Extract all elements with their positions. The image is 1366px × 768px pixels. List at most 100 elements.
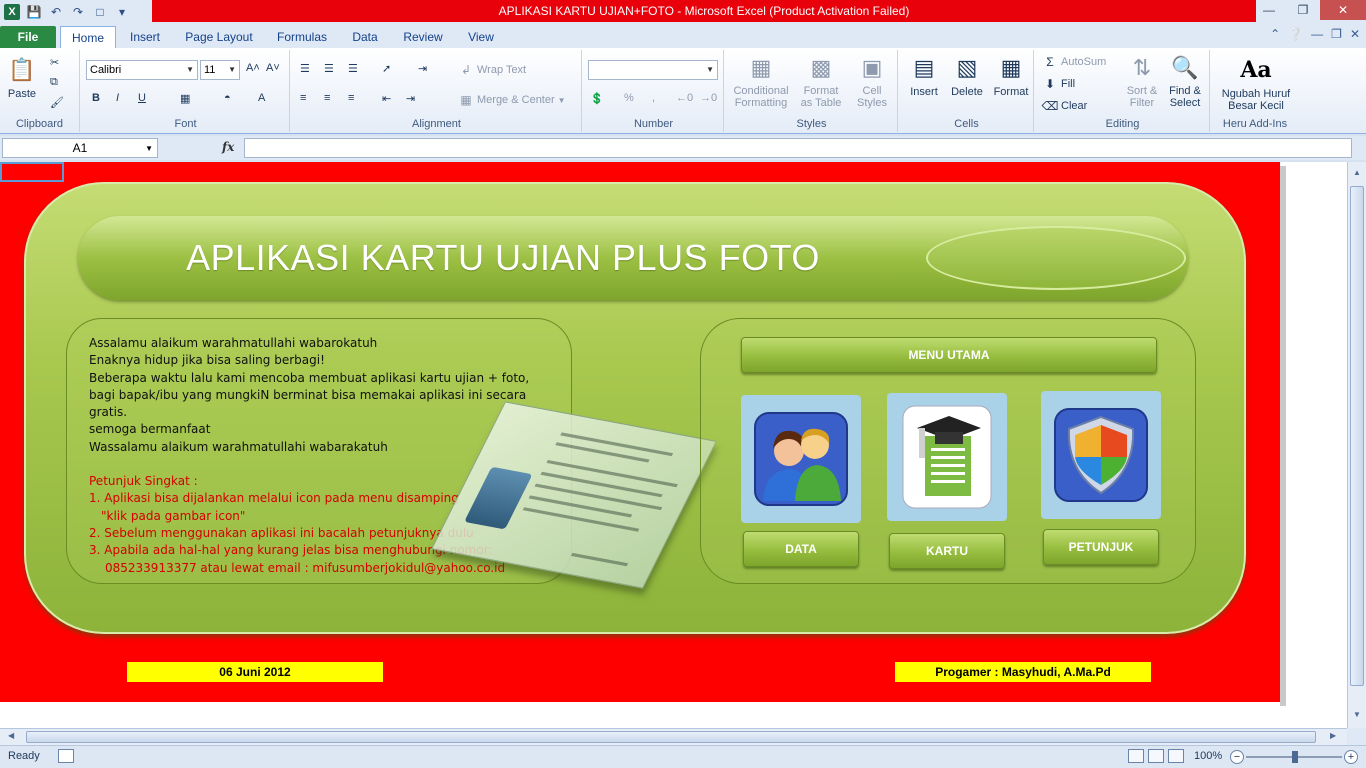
wrap-text-button[interactable]: ↲ Wrap Text bbox=[458, 62, 526, 78]
minimize-ribbon-icon[interactable]: ⌃ bbox=[1270, 27, 1280, 41]
macro-record-icon[interactable] bbox=[58, 749, 74, 763]
comma-button[interactable]: , bbox=[652, 92, 655, 104]
format-painter-icon[interactable]: 🖌 bbox=[50, 96, 64, 109]
card-line bbox=[534, 483, 663, 511]
scroll-down-icon[interactable]: ▼ bbox=[1351, 708, 1363, 720]
align-top-icon[interactable]: ☰ bbox=[300, 62, 310, 75]
vertical-scroll-thumb[interactable] bbox=[1350, 186, 1364, 686]
delete-cells-button[interactable]: ▧ Delete bbox=[946, 52, 988, 98]
insert-cells-button[interactable]: ▤ Insert bbox=[904, 52, 944, 98]
align-center-icon[interactable]: ≡ bbox=[324, 92, 330, 104]
horizontal-scrollbar[interactable]: ◀ ▶ bbox=[0, 728, 1347, 745]
borders-icon[interactable]: ▦ bbox=[180, 92, 190, 105]
zoom-level[interactable]: 100% bbox=[1194, 750, 1222, 762]
zoom-knob[interactable] bbox=[1292, 751, 1298, 763]
shrink-font-icon[interactable]: A˅ bbox=[266, 62, 280, 74]
tab-view[interactable]: View bbox=[458, 26, 504, 48]
italic-button[interactable]: I bbox=[116, 92, 119, 104]
clear-button[interactable]: ⌫ Clear bbox=[1042, 98, 1088, 114]
page-layout-view-icon[interactable] bbox=[1148, 749, 1164, 763]
scroll-left-icon[interactable]: ◀ bbox=[8, 731, 14, 740]
copy-icon[interactable]: ⧉ bbox=[50, 76, 58, 89]
tab-page-layout[interactable]: Page Layout bbox=[178, 26, 260, 48]
tab-file[interactable]: File bbox=[0, 26, 56, 48]
insert-function-icon[interactable]: fx bbox=[222, 140, 234, 154]
data-tile[interactable] bbox=[741, 395, 861, 523]
decrease-indent-icon[interactable]: ⇤ bbox=[382, 92, 391, 105]
number-group-label: Number bbox=[633, 118, 674, 130]
worksheet[interactable]: APLIKASI KARTU UJIAN PLUS FOTO Assalamu … bbox=[0, 162, 1280, 702]
workbook-minimize-icon[interactable]: — bbox=[1311, 27, 1323, 41]
align-bottom-icon[interactable]: ☰ bbox=[348, 62, 358, 75]
redo-icon[interactable]: ↷ bbox=[70, 4, 86, 20]
customize-qat-icon[interactable]: ▾ bbox=[114, 4, 130, 20]
autosum-button[interactable]: Σ AutoSum bbox=[1042, 54, 1106, 70]
bold-button[interactable]: B bbox=[92, 92, 100, 104]
zoom-out-icon[interactable]: − bbox=[1230, 750, 1244, 764]
horizontal-scroll-thumb[interactable] bbox=[26, 731, 1316, 743]
indent-icon[interactable]: ⇥ bbox=[418, 62, 427, 75]
fill-color-icon[interactable]: ◓ bbox=[224, 92, 231, 104]
increase-decimal-icon[interactable]: ←0 bbox=[676, 92, 693, 104]
tab-insert[interactable]: Insert bbox=[120, 26, 170, 48]
student-photo bbox=[464, 466, 533, 530]
kartu-tile[interactable] bbox=[887, 393, 1007, 521]
number-format-combo[interactable]: ▼ bbox=[588, 60, 718, 80]
grow-font-icon[interactable]: A˄ bbox=[246, 62, 260, 74]
menu-panel: MENU UTAMA DATA KARTU PETUNJUK bbox=[700, 318, 1196, 584]
page-break-view-icon[interactable] bbox=[1168, 749, 1184, 763]
workbook-close-icon[interactable]: ✕ bbox=[1350, 27, 1360, 41]
tab-home[interactable]: Home bbox=[60, 26, 116, 48]
name-box[interactable]: A1 ▼ bbox=[2, 138, 158, 158]
zoom-in-icon[interactable]: + bbox=[1344, 750, 1358, 764]
sort-filter-button[interactable]: ⇅ Sort & Filter bbox=[1122, 52, 1162, 109]
tab-formulas[interactable]: Formulas bbox=[268, 26, 336, 48]
ngubah-huruf-button[interactable]: Aa Ngubah Huruf Besar Kecil bbox=[1214, 54, 1298, 112]
cut-icon[interactable]: ✂ bbox=[50, 56, 59, 69]
minimize-icon[interactable]: — bbox=[1252, 0, 1286, 20]
formula-input[interactable] bbox=[244, 138, 1352, 158]
align-left-icon[interactable]: ≡ bbox=[300, 92, 306, 104]
find-select-button[interactable]: 🔍 Find & Select bbox=[1164, 52, 1206, 109]
workbook-restore-icon[interactable]: ❐ bbox=[1331, 27, 1342, 41]
data-button[interactable]: DATA bbox=[743, 531, 859, 567]
scroll-up-icon[interactable]: ▲ bbox=[1351, 166, 1363, 178]
font-size-combo[interactable]: 11 ▼ bbox=[200, 60, 240, 80]
kartu-button[interactable]: KARTU bbox=[889, 533, 1005, 569]
paste-button[interactable]: 📋 Paste bbox=[6, 54, 38, 100]
excel-logo-icon[interactable]: X bbox=[4, 4, 20, 20]
card-line bbox=[540, 471, 663, 498]
normal-view-icon[interactable] bbox=[1128, 749, 1144, 763]
close-icon[interactable]: ✕ bbox=[1320, 0, 1366, 20]
tab-review[interactable]: Review bbox=[396, 26, 450, 48]
conditional-formatting-button[interactable]: ▦ Conditional Formatting bbox=[730, 52, 792, 109]
vertical-scrollbar[interactable]: ▲ ▼ bbox=[1347, 162, 1366, 728]
tab-data[interactable]: Data bbox=[344, 26, 386, 48]
fill-button[interactable]: ⬇ Fill bbox=[1042, 76, 1075, 92]
new-document-icon[interactable]: □ bbox=[92, 4, 108, 20]
active-cell-a1[interactable] bbox=[0, 162, 64, 182]
petunjuk-button[interactable]: PETUNJUK bbox=[1043, 529, 1159, 565]
font-name-combo[interactable]: Calibri ▼ bbox=[86, 60, 198, 80]
petunjuk-tile[interactable] bbox=[1041, 391, 1161, 519]
currency-icon[interactable]: 💲 bbox=[590, 92, 604, 105]
orientation-icon[interactable]: ➚ bbox=[382, 62, 391, 75]
font-color-icon[interactable]: A bbox=[258, 92, 265, 104]
restore-icon[interactable]: ❐ bbox=[1286, 0, 1320, 20]
percent-button[interactable]: % bbox=[624, 92, 634, 104]
card-line bbox=[522, 507, 640, 532]
decrease-decimal-icon[interactable]: →0 bbox=[700, 92, 717, 104]
align-middle-icon[interactable]: ☰ bbox=[324, 62, 334, 75]
underline-button[interactable]: U bbox=[138, 92, 146, 104]
zoom-slider[interactable]: − + bbox=[1230, 750, 1360, 764]
merge-center-button[interactable]: ▦ Merge & Center ▼ bbox=[458, 92, 565, 108]
save-icon[interactable]: 💾 bbox=[26, 4, 42, 20]
increase-indent-icon[interactable]: ⇥ bbox=[406, 92, 415, 105]
format-as-table-button[interactable]: ▩ Format as Table bbox=[796, 52, 846, 109]
format-cells-button[interactable]: ▦ Format bbox=[990, 52, 1032, 98]
scroll-right-icon[interactable]: ▶ bbox=[1330, 731, 1336, 740]
undo-icon[interactable]: ↶ bbox=[48, 4, 64, 20]
help-icon[interactable]: ❔ bbox=[1288, 27, 1303, 41]
align-right-icon[interactable]: ≡ bbox=[348, 92, 354, 104]
cell-styles-button[interactable]: ▣ Cell Styles bbox=[850, 52, 894, 109]
